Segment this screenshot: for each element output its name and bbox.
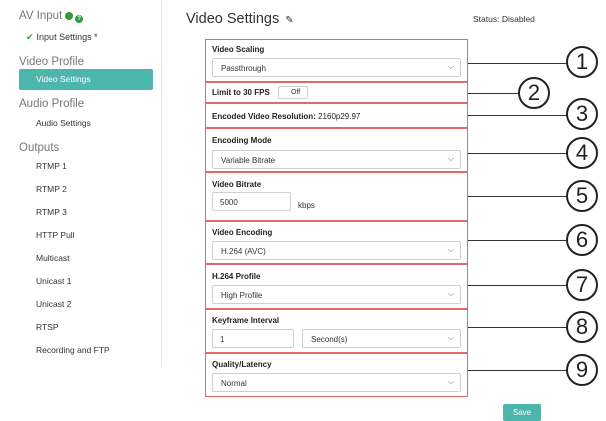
keyframe-interval-label: Keyframe Interval bbox=[212, 316, 280, 325]
callout-line-8 bbox=[468, 327, 572, 328]
status-ok-icon bbox=[65, 12, 74, 20]
chevron-down-icon: ⌵ bbox=[447, 377, 454, 386]
av-input-label: AV Input bbox=[19, 10, 63, 22]
sidebar: AV Input? ✔ Input Settings * Video Profil… bbox=[0, 0, 162, 366]
chevron-down-icon: ⌵ bbox=[447, 62, 454, 71]
video-encoding-value: H.264 (AVC) bbox=[221, 247, 266, 256]
quality-latency-group: Quality/Latency Normal ⌵ bbox=[205, 353, 468, 397]
keyframe-unit-value: Second(s) bbox=[311, 335, 348, 344]
sidebar-item-input-settings[interactable]: ✔ Input Settings * bbox=[26, 32, 98, 43]
callout-6: 6 bbox=[566, 224, 598, 256]
keyframe-interval-input[interactable]: 1 bbox=[212, 329, 294, 348]
limit-fps-toggle[interactable]: Off bbox=[278, 86, 308, 99]
encoded-resolution-row: Encoded Video Resolution: 2160p29.97 bbox=[212, 112, 360, 121]
encoding-mode-label: Encoding Mode bbox=[212, 136, 272, 145]
sidebar-item-video-settings[interactable]: Video Settings bbox=[19, 69, 153, 90]
save-button[interactable]: Save bbox=[503, 404, 541, 421]
sidebar-item-unicast-1[interactable]: Unicast 1 bbox=[36, 276, 71, 286]
sidebar-item-rtmp-2[interactable]: RTMP 2 bbox=[36, 184, 67, 194]
video-encoding-label: Video Encoding bbox=[212, 228, 273, 237]
quality-latency-label: Quality/Latency bbox=[212, 360, 272, 369]
callout-line-7 bbox=[468, 285, 572, 286]
sidebar-item-rtmp-1[interactable]: RTMP 1 bbox=[36, 161, 67, 171]
sidebar-section-av-input[interactable]: AV Input? bbox=[19, 10, 84, 23]
encoding-mode-value: Variable Bitrate bbox=[221, 156, 276, 165]
callout-line-6 bbox=[468, 240, 572, 241]
chevron-down-icon: ⌵ bbox=[447, 289, 454, 298]
encoded-resolution-value: 2160p29.97 bbox=[318, 112, 361, 121]
callout-line-4 bbox=[468, 153, 572, 154]
keyframe-unit-select[interactable]: Second(s) ⌵ bbox=[302, 329, 461, 348]
video-bitrate-group: Video Bitrate 5000 kbps bbox=[205, 172, 468, 221]
input-settings-label: Input Settings * bbox=[36, 32, 98, 42]
limit-fps-label: Limit to 30 FPS bbox=[212, 88, 270, 97]
save-button-label: Save bbox=[512, 408, 532, 417]
h264-profile-group: H.264 Profile High Profile ⌵ bbox=[205, 264, 468, 309]
callout-line-1 bbox=[468, 63, 572, 64]
quality-latency-select[interactable]: Normal ⌵ bbox=[212, 373, 461, 392]
sidebar-section-audio-profile: Audio Profile bbox=[19, 98, 85, 110]
video-scaling-select[interactable]: Passthrough ⌵ bbox=[212, 58, 461, 77]
sidebar-item-rtmp-3[interactable]: RTMP 3 bbox=[36, 207, 67, 217]
video-settings-label: Video Settings bbox=[36, 74, 91, 84]
callout-9: 9 bbox=[566, 354, 598, 386]
callout-line-2 bbox=[468, 93, 522, 94]
callout-line-3 bbox=[468, 115, 572, 116]
video-scaling-label: Video Scaling bbox=[212, 45, 265, 54]
page-title-text: Video Settings bbox=[186, 11, 280, 27]
h264-profile-value: High Profile bbox=[221, 291, 263, 300]
keyframe-interval-value: 1 bbox=[220, 335, 225, 344]
status-text: Status: Disabled bbox=[473, 14, 535, 24]
page-title: Video Settings ✎ bbox=[186, 11, 294, 27]
h264-profile-label: H.264 Profile bbox=[212, 272, 261, 281]
video-encoding-select[interactable]: H.264 (AVC) ⌵ bbox=[212, 241, 461, 260]
sidebar-item-rtsp[interactable]: RTSP bbox=[36, 322, 59, 332]
video-bitrate-label: Video Bitrate bbox=[212, 180, 262, 189]
video-bitrate-unit: kbps bbox=[298, 201, 315, 210]
checkmark-icon: ✔ bbox=[26, 32, 34, 42]
quality-latency-value: Normal bbox=[221, 379, 247, 388]
chevron-down-icon: ⌵ bbox=[447, 333, 454, 342]
callout-2: 2 bbox=[518, 77, 550, 109]
h264-profile-select[interactable]: High Profile ⌵ bbox=[212, 285, 461, 304]
help-icon[interactable]: ? bbox=[75, 15, 84, 23]
callout-line-9 bbox=[468, 370, 572, 371]
callout-line-5 bbox=[468, 196, 572, 197]
sidebar-item-audio-settings[interactable]: Audio Settings bbox=[36, 118, 91, 128]
keyframe-interval-group: Keyframe Interval 1 Second(s) ⌵ bbox=[205, 309, 468, 353]
sidebar-item-multicast[interactable]: Multicast bbox=[36, 253, 70, 263]
callout-4: 4 bbox=[566, 137, 598, 169]
limit-fps-group: Limit to 30 FPS Off bbox=[205, 82, 468, 103]
encoded-resolution-group: Encoded Video Resolution: 2160p29.97 bbox=[205, 103, 468, 128]
chevron-down-icon: ⌵ bbox=[447, 154, 454, 163]
encoding-mode-select[interactable]: Variable Bitrate ⌵ bbox=[212, 150, 461, 169]
video-bitrate-value: 5000 bbox=[220, 198, 238, 207]
sidebar-item-recording-ftp[interactable]: Recording and FTP bbox=[36, 345, 110, 355]
sidebar-section-video-profile: Video Profile bbox=[19, 56, 84, 68]
callout-8: 8 bbox=[566, 311, 598, 343]
callout-3: 3 bbox=[566, 98, 598, 130]
chevron-down-icon: ⌵ bbox=[447, 245, 454, 254]
callout-1: 1 bbox=[566, 46, 598, 78]
pencil-icon[interactable]: ✎ bbox=[285, 15, 293, 26]
video-encoding-group: Video Encoding H.264 (AVC) ⌵ bbox=[205, 221, 468, 264]
encoding-mode-group: Encoding Mode Variable Bitrate ⌵ bbox=[205, 128, 468, 172]
sidebar-item-http-pull[interactable]: HTTP Pull bbox=[36, 230, 75, 240]
video-scaling-value: Passthrough bbox=[221, 64, 266, 73]
limit-fps-toggle-text: Off bbox=[291, 89, 301, 96]
video-scaling-group: Video Scaling Passthrough ⌵ bbox=[205, 39, 468, 82]
sidebar-section-outputs: Outputs bbox=[19, 142, 60, 154]
sidebar-item-unicast-2[interactable]: Unicast 2 bbox=[36, 299, 71, 309]
encoded-resolution-label: Encoded Video Resolution: bbox=[212, 112, 316, 121]
callout-5: 5 bbox=[566, 180, 598, 212]
video-bitrate-input[interactable]: 5000 bbox=[212, 192, 291, 211]
callout-7: 7 bbox=[566, 269, 598, 301]
